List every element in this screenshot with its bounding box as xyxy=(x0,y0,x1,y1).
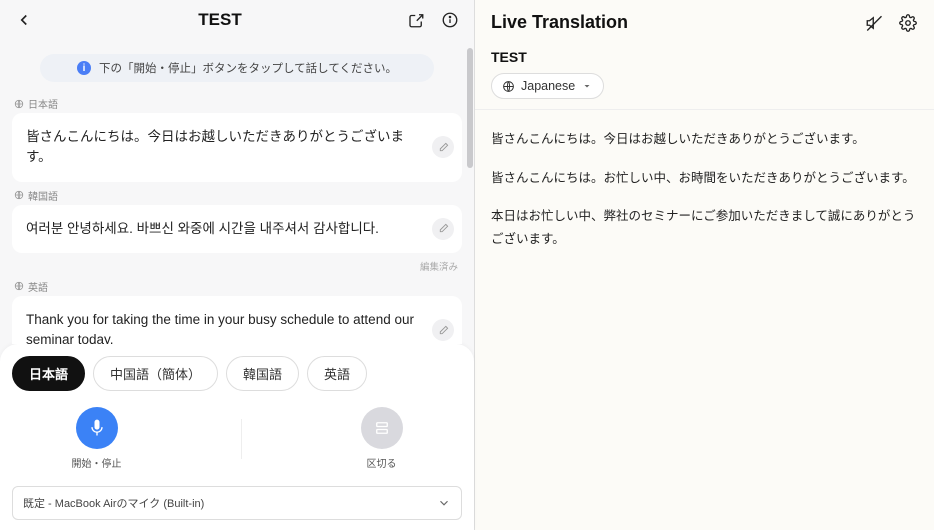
transcript-card: 여러분 안녕하세요. 바쁘신 와중에 시간을 내주셔서 감사합니다. xyxy=(12,205,462,253)
lang-tab-en[interactable]: 英語 xyxy=(307,356,367,391)
translation-line: 皆さんこんにちは。お忙しい中、お時間をいただきありがとうございます。 xyxy=(491,167,918,190)
hint-banner: i 下の「開始・停止」ボタンをタップして話してください。 xyxy=(40,54,434,82)
lang-label: 韓国語 xyxy=(14,188,462,203)
translation-line: 皆さんこんにちは。今日はお越しいただきありがとうございます。 xyxy=(491,128,918,151)
mute-icon[interactable] xyxy=(864,13,884,33)
lang-tab-zh[interactable]: 中国語（簡体） xyxy=(93,356,218,391)
chevron-down-icon xyxy=(437,496,451,510)
edit-button[interactable] xyxy=(432,136,454,158)
transcript-card: 皆さんこんにちは。今日はお越しいただきありがとうございます。 xyxy=(12,113,462,182)
edit-button[interactable] xyxy=(432,319,454,341)
transcript-blocks: 日本語 皆さんこんにちは。今日はお越しいただきありがとうございます。 韓国語 여… xyxy=(0,92,474,344)
scrollbar[interactable] xyxy=(466,48,474,340)
start-stop-button[interactable] xyxy=(76,407,118,449)
share-icon[interactable] xyxy=(406,10,426,30)
settings-icon[interactable] xyxy=(898,13,918,33)
mic-select[interactable]: 既定 - MacBook Airのマイク (Built-in) xyxy=(12,486,462,520)
back-button[interactable] xyxy=(14,10,34,30)
translation-body: 皆さんこんにちは。今日はお越しいただきありがとうございます。 皆さんこんにちは。… xyxy=(475,110,934,284)
edit-button[interactable] xyxy=(432,218,454,240)
segment-label: 区切る xyxy=(367,455,397,470)
start-stop-label: 開始・停止 xyxy=(72,455,122,470)
lang-tab-ko[interactable]: 韓国語 xyxy=(226,356,299,391)
live-translation-heading: Live Translation xyxy=(491,12,628,33)
left-header: TEST xyxy=(0,0,474,40)
hint-icon: i xyxy=(77,61,91,75)
lang-label: 日本語 xyxy=(14,96,462,111)
segment-button[interactable] xyxy=(361,407,403,449)
language-chip[interactable]: Japanese xyxy=(491,73,604,99)
globe-icon xyxy=(502,80,515,93)
transcript-card: Thank you for taking the time in your bu… xyxy=(12,296,462,344)
right-subheader: TEST Japanese xyxy=(475,45,934,110)
lang-label: 英語 xyxy=(14,279,462,294)
bottom-controls: 日本語 中国語（簡体） 韓国語 英語 開始・停止 区切る 既定 - MacBoo… xyxy=(0,344,474,530)
language-tabs: 日本語 中国語（簡体） 韓国語 英語 xyxy=(12,356,462,391)
right-subtitle: TEST xyxy=(491,49,918,65)
dropdown-caret-icon xyxy=(581,80,593,92)
info-icon[interactable] xyxy=(440,10,460,30)
lang-tab-ja[interactable]: 日本語 xyxy=(12,356,85,391)
translation-line: 本日はお忙しい中、弊社のセミナーにご参加いただきまして誠にありがとうございます。 xyxy=(491,205,918,250)
page-title: TEST xyxy=(34,10,406,30)
edited-badge: 編集済み xyxy=(12,259,458,273)
right-header: Live Translation xyxy=(475,0,934,45)
divider xyxy=(241,419,242,459)
hint-text: 下の「開始・停止」ボタンをタップして話してください。 xyxy=(99,60,397,76)
